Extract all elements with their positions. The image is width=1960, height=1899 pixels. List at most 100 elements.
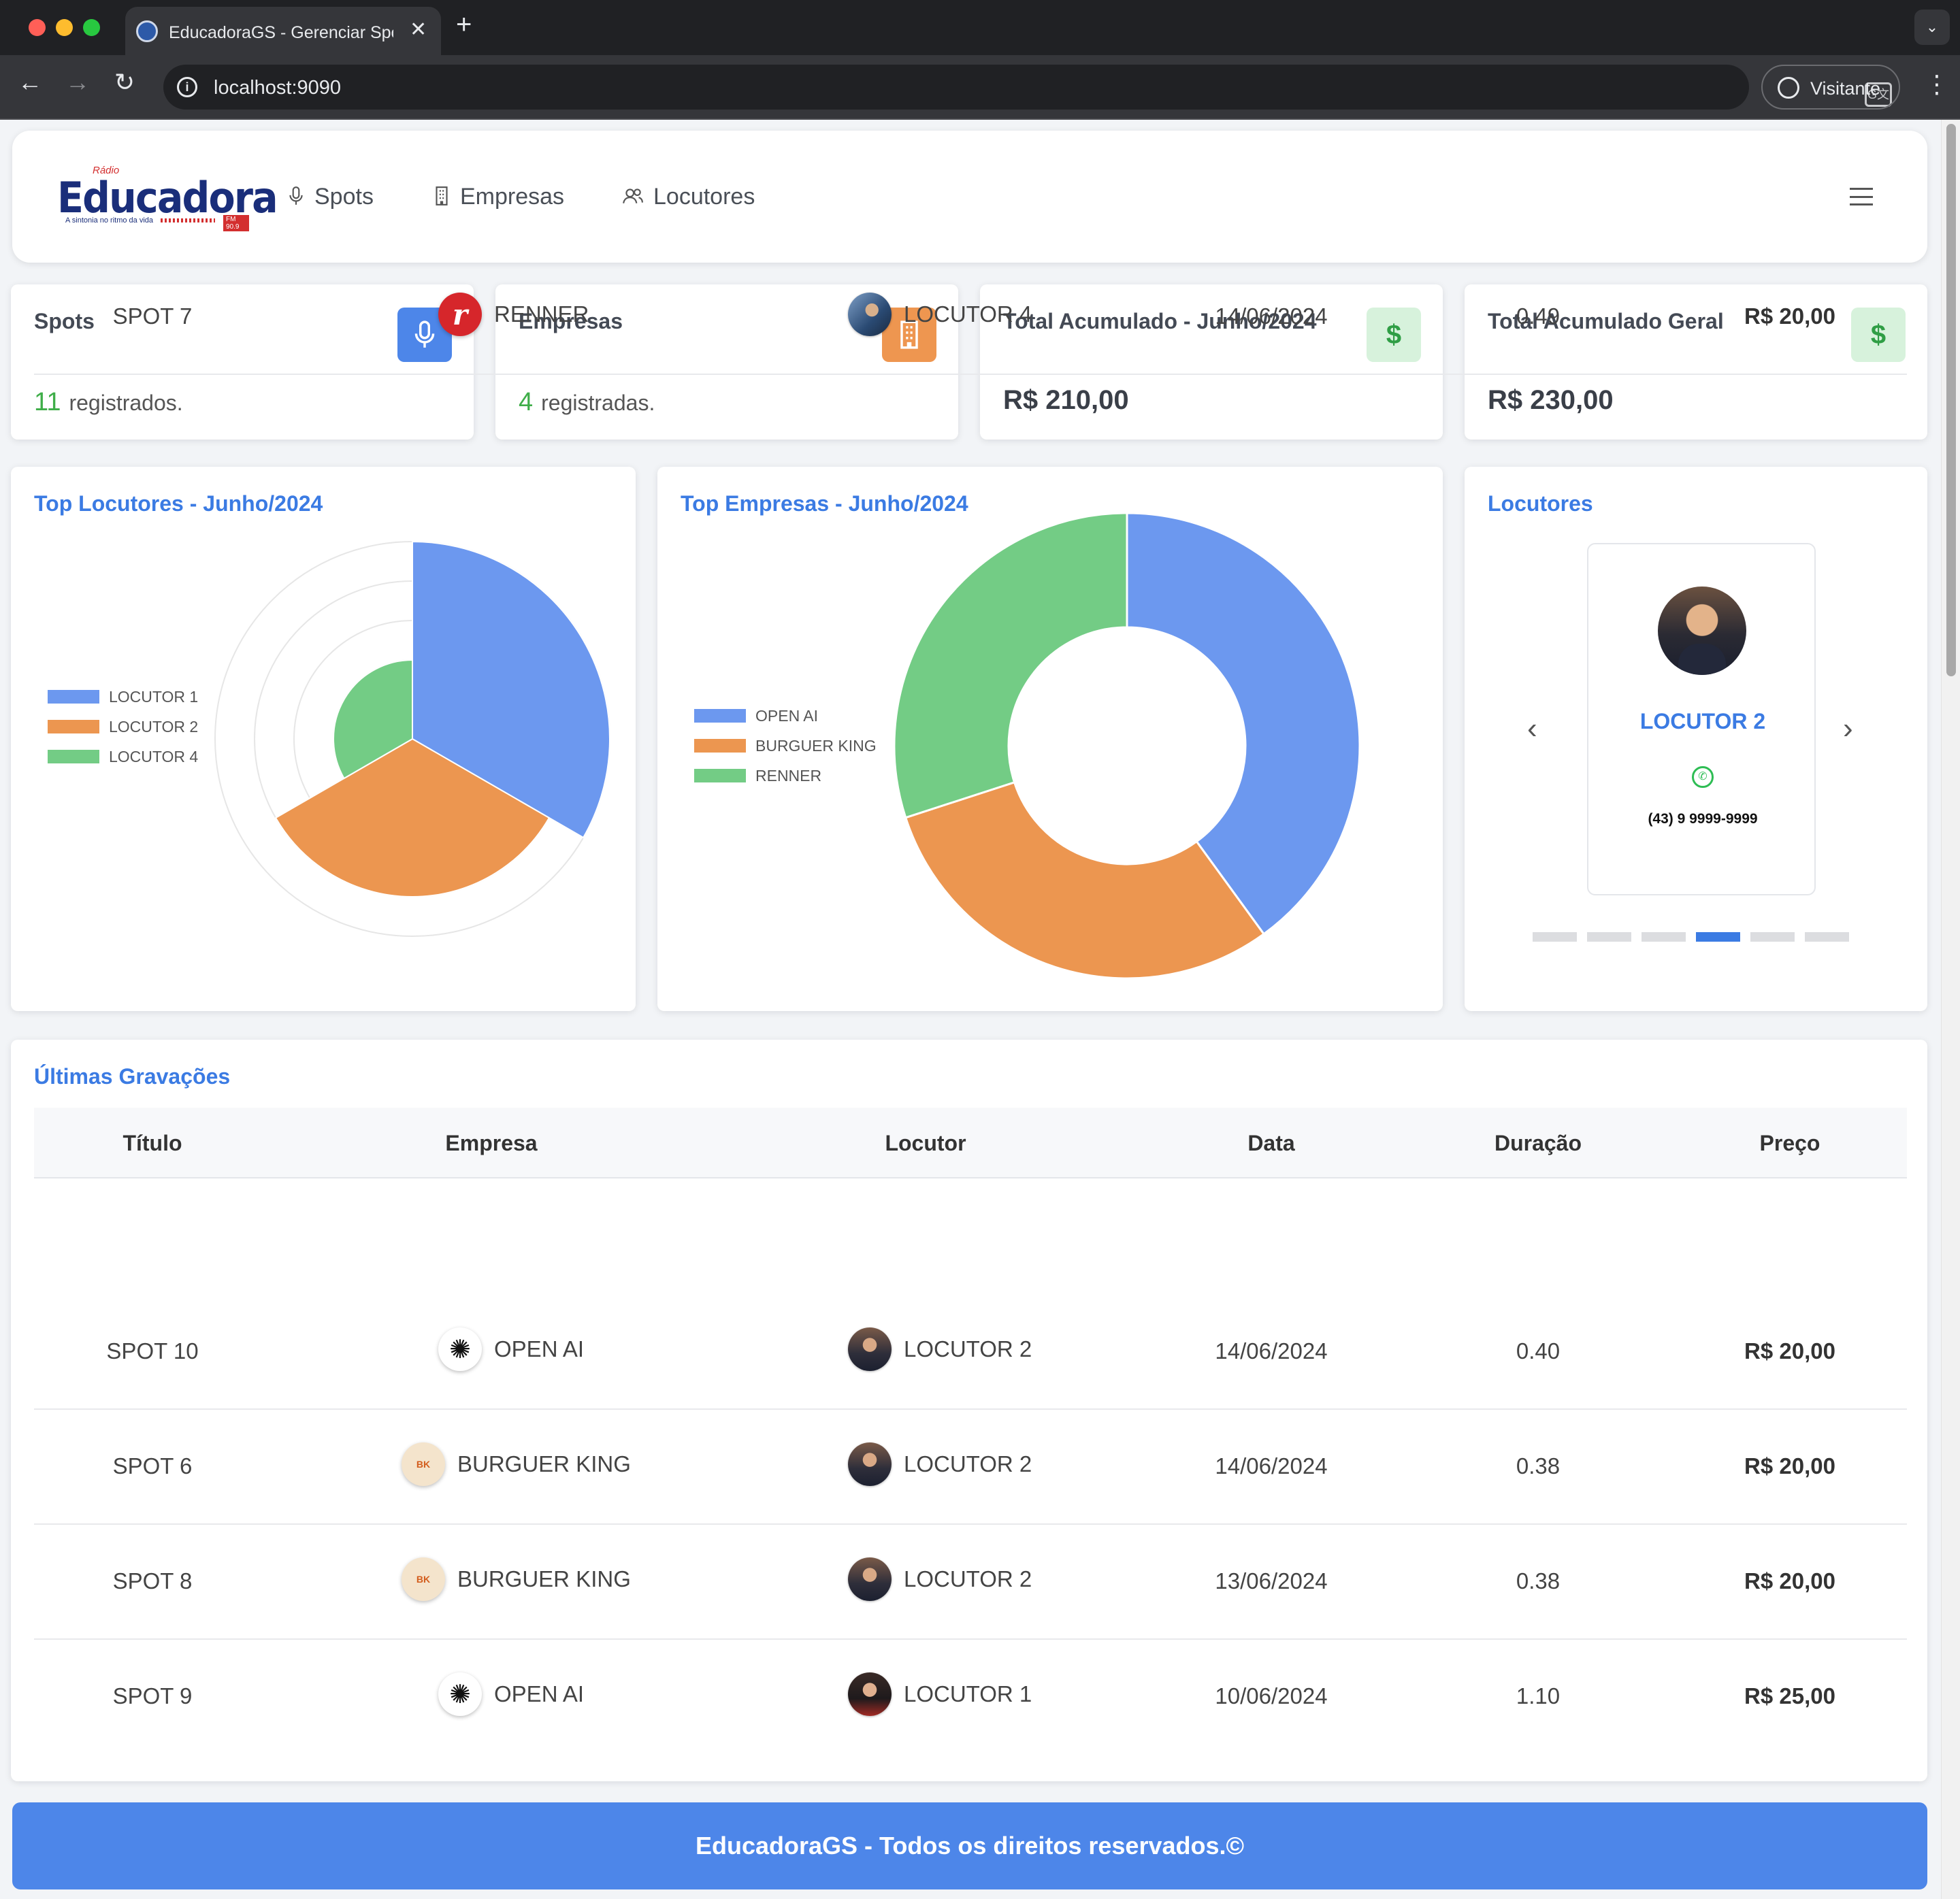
minimize-window-button[interactable] [56,19,73,36]
ultimas-gravacoes-card: Últimas Gravações Título Empresa Locutor… [11,293,1927,1781]
table-row[interactable]: SPOT 8 BK BURGUER KING LOCUTOR 2 13/06/2… [34,1525,1907,1640]
burger-king-logo-icon: BK [402,1557,445,1601]
page-scrollbar[interactable] [1941,120,1960,1899]
carousel-title: Locutores [1488,491,1593,516]
forward-button[interactable]: → [65,70,90,95]
column-header-locutor[interactable]: Locutor [858,1131,994,1156]
browser-toolbar: ← → ↻ i localhost:9090 G文 Visitante ⋮ [0,55,1960,120]
legend-swatch [694,709,746,723]
carousel-dot[interactable] [1642,932,1686,942]
tab-search-button[interactable]: ⌄ [1914,10,1950,45]
educadora-logo[interactable]: Rádio Educadora A sintonia no ritmo da v… [45,163,278,231]
nav-locutores[interactable]: Locutores [622,184,755,210]
new-tab-button[interactable]: + [456,11,472,38]
nav-empresas[interactable]: Empresas [433,184,564,210]
legend-swatch [694,769,746,782]
carousel-dot-active[interactable] [1696,932,1740,942]
cell-preco: R$ 20,00 [1744,1568,1835,1593]
browser-tab-bar: EducadoraGS - Gerenciar Spots ✕ + ⌄ [0,0,1960,55]
carousel-prev-button[interactable]: ‹ [1527,712,1537,746]
legend-swatch [48,690,99,704]
cell-titulo: SPOT 10 [106,1338,199,1364]
stat-value: R$ 210,00 [1003,385,1129,415]
address-bar[interactable]: i localhost:9090 G文 [163,65,1892,110]
cell-preco: R$ 20,00 [1744,303,1835,329]
locutor-profile-card[interactable]: LOCUTOR 2 ✆ (43) 9 9999-9999 [1587,543,1816,895]
cell-data: 14/06/2024 [1215,303,1328,329]
carousel-next-button[interactable]: › [1843,712,1853,746]
cell-locutor: LOCUTOR 1 [848,1672,1032,1716]
carousel-dot[interactable] [1750,932,1795,942]
locutor-name: LOCUTOR 2 [1639,709,1766,733]
cell-empresa: BK BURGUER KING [402,1557,631,1601]
nav-spots[interactable]: Spots [287,184,374,210]
profile-button[interactable]: Visitante [1761,65,1900,110]
site-info-icon[interactable]: i [177,77,197,97]
legend-item[interactable]: LOCUTOR 4 [48,742,198,772]
cell-titulo: SPOT 8 [112,1568,193,1593]
column-header-empresa[interactable]: Empresa [423,1131,559,1156]
legend-item[interactable]: OPEN AI [694,701,877,731]
table-row[interactable]: SPOT 10 ✺ OPEN AI LOCUTOR 2 14/06/2024 0… [34,1295,1907,1410]
locutor-avatar [848,293,892,336]
hamburger-menu-icon[interactable] [1850,188,1873,205]
carousel-dot[interactable] [1533,932,1577,942]
stat-value: R$ 230,00 [1488,385,1614,415]
browser-menu-icon[interactable]: ⋮ [1925,70,1949,99]
building-icon [436,186,448,205]
cell-data: 13/06/2024 [1215,1568,1328,1593]
cell-duracao: 0.38 [1516,1568,1561,1593]
chart-title: Top Locutores - Junho/2024 [34,491,323,516]
microphone-icon [289,186,303,205]
table-row[interactable]: SPOT 7 r RENNER LOCUTOR 4 14/06/2024 0.4… [34,260,1907,375]
legend-item[interactable]: BURGUER KING [694,731,877,761]
cell-preco: R$ 25,00 [1744,1683,1835,1708]
scrollbar-thumb[interactable] [1946,124,1956,676]
cell-data: 14/06/2024 [1215,1338,1328,1364]
donut-segment-burguer-king[interactable] [904,780,1266,980]
legend-item[interactable]: LOCUTOR 2 [48,712,198,742]
column-header-duracao[interactable]: Duração [1463,1131,1613,1156]
cell-empresa: BK BURGUER KING [402,1442,631,1486]
donut-segment-renner[interactable] [893,512,1128,819]
openai-logo-icon: ✺ [438,1327,482,1371]
stat-value: 4 registradas. [519,388,655,416]
profile-label: Visitante [1810,78,1881,99]
carousel-indicators [1533,932,1849,942]
carousel-dot[interactable] [1587,932,1631,942]
cell-duracao: 0.40 [1516,1338,1561,1364]
browser-tab[interactable]: EducadoraGS - Gerenciar Spots ✕ [125,7,441,55]
maximize-window-button[interactable] [83,19,100,36]
cell-locutor: LOCUTOR 2 [848,1442,1032,1486]
cell-empresa: ✺ OPEN AI [438,1672,584,1716]
doughnut-chart [893,512,1361,980]
table-title: Últimas Gravações [34,1064,231,1089]
locutores-carousel-card: Locutores ‹ LOCUTOR 2 ✆ (43) 9 9999-9999… [1465,467,1927,1011]
renner-logo-icon: r [438,293,482,336]
column-header-data[interactable]: Data [1203,1131,1339,1156]
carousel-dot[interactable] [1805,932,1849,942]
tab-title: EducadoraGS - Gerenciar Spots [169,23,393,42]
table-row[interactable]: SPOT 6 BK BURGUER KING LOCUTOR 2 14/06/2… [34,1410,1907,1525]
cell-locutor: LOCUTOR 2 [848,1327,1032,1371]
reload-button[interactable]: ↻ [114,70,135,95]
column-header-titulo[interactable]: Título [78,1131,227,1156]
cell-empresa: ✺ OPEN AI [438,1327,584,1371]
cell-titulo: SPOT 6 [112,1453,193,1479]
back-button[interactable]: ← [18,70,42,95]
cell-titulo: SPOT 7 [112,303,193,329]
whatsapp-icon[interactable]: ✆ [1692,766,1714,788]
close-window-button[interactable] [29,19,46,36]
close-tab-icon[interactable]: ✕ [410,18,427,42]
column-header-preco[interactable]: Preço [1708,1131,1872,1156]
legend-item[interactable]: LOCUTOR 1 [48,682,198,712]
cell-duracao: 0.49 [1516,303,1561,329]
top-locutores-chart-card: Top Locutores - Junho/2024 LOCUTOR 1 LOC… [11,467,636,1011]
table-row[interactable]: SPOT 9 ✺ OPEN AI LOCUTOR 1 10/06/2024 1.… [34,1640,1907,1755]
favicon-icon [136,20,158,42]
url-text[interactable]: localhost:9090 [214,77,341,99]
users-icon [623,188,643,203]
legend-swatch [48,720,99,733]
cell-duracao: 1.10 [1516,1683,1561,1708]
legend-item[interactable]: RENNER [694,761,877,791]
